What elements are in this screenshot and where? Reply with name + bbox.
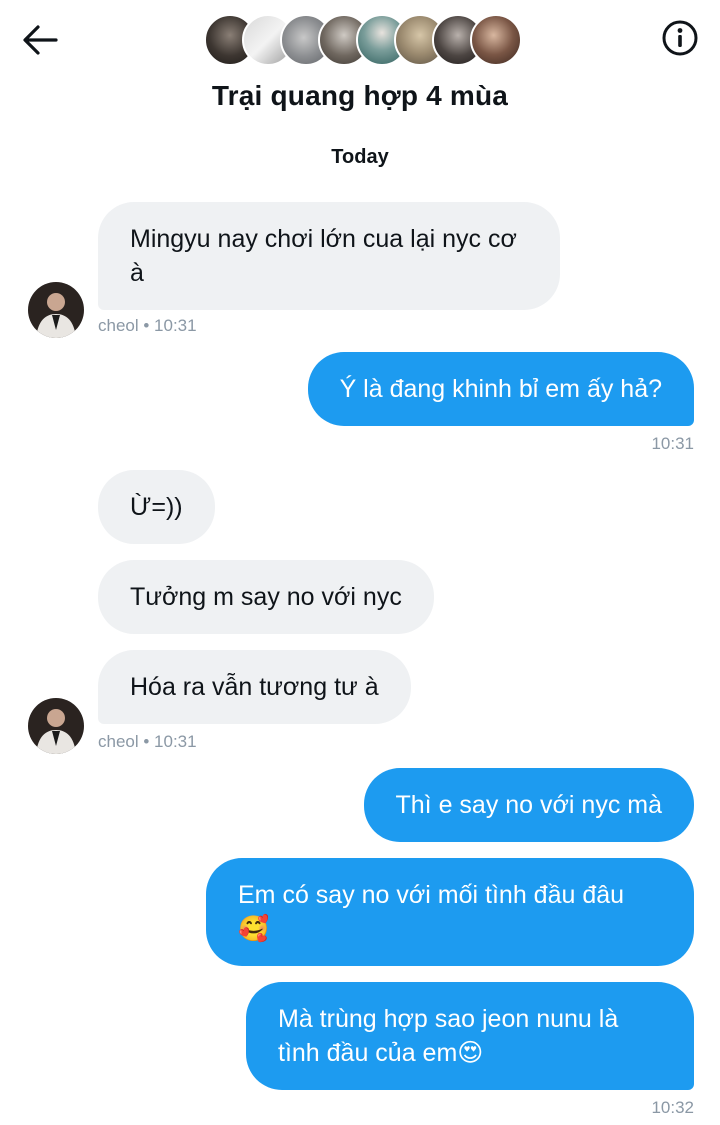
message-meta: 10:31 xyxy=(651,434,694,453)
info-button[interactable] xyxy=(658,16,702,60)
avatar-photo xyxy=(28,282,84,338)
message-text: Hóa ra vẫn tương tư à xyxy=(130,673,379,701)
info-circle-icon xyxy=(662,20,698,56)
message-bubble-outgoing[interactable]: Thì e say no với nyc mà xyxy=(363,768,694,842)
message-bubble-outgoing[interactable]: Em có say no với mối tình đầu đâu 🥰 xyxy=(206,858,694,966)
message-bubble-incoming[interactable]: Tưởng m say no với nyc xyxy=(98,560,434,634)
message-text: Mà trùng hợp sao jeon nunu là tình đầu c… xyxy=(278,1005,619,1067)
message-bubble-incoming[interactable]: Mingyu nay chơi lớn cua lại nyc cơ à xyxy=(98,202,560,310)
avatar-photo xyxy=(28,698,84,754)
member-avatar xyxy=(470,14,522,66)
sender-avatar[interactable] xyxy=(28,698,84,754)
message-bubble-outgoing[interactable]: Mà trùng hợp sao jeon nunu là tình đầu c… xyxy=(246,982,694,1090)
message-text: Em có say no với mối tình đầu đâu 🥰 xyxy=(238,881,625,943)
arrow-left-icon xyxy=(23,25,58,55)
message-meta: 10:32 xyxy=(651,1098,694,1117)
message-bubble-incoming[interactable]: Hóa ra vẫn tương tư à xyxy=(98,650,411,724)
date-separator: Today xyxy=(331,146,389,168)
message-bubble-incoming[interactable]: Ừ=)) xyxy=(98,470,215,544)
message-meta: cheol • 10:31 xyxy=(98,732,197,751)
message-text: Tưởng m say no với nyc xyxy=(130,583,402,611)
message-meta: cheol • 10:31 xyxy=(98,316,197,335)
message-text: Thì e say no với nyc mà xyxy=(395,791,663,819)
message-bubble-outgoing[interactable]: Ý là đang khinh bỉ em ấy hả? xyxy=(307,352,694,426)
back-button[interactable] xyxy=(20,20,64,60)
message-text: Mingyu nay chơi lớn cua lại nyc cơ à xyxy=(130,225,517,287)
message-text: Ý là đang khinh bỉ em ấy hả? xyxy=(339,375,662,403)
sender-avatar[interactable] xyxy=(28,282,84,338)
conversation-title: Trại quang hợp 4 mùa xyxy=(211,80,509,111)
message-text: Ừ=)) xyxy=(130,493,183,521)
group-avatars[interactable] xyxy=(204,14,522,68)
